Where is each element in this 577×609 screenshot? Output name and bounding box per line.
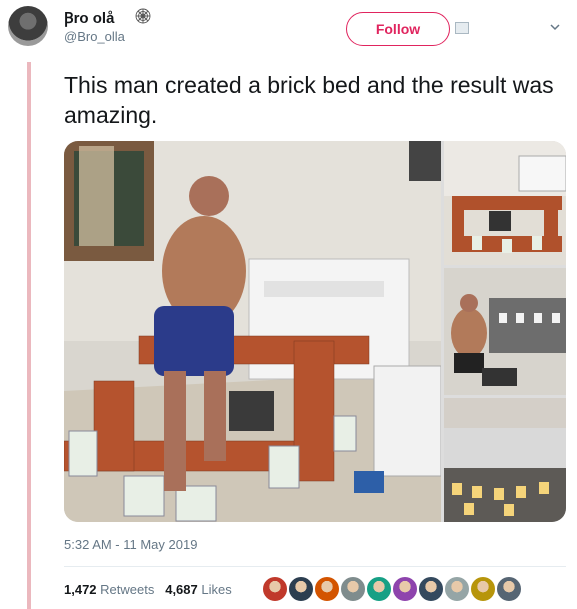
follow-button[interactable]: Follow bbox=[346, 12, 450, 46]
liker-avatar[interactable] bbox=[496, 576, 522, 602]
liker-avatar[interactable] bbox=[392, 576, 418, 602]
card-icon bbox=[455, 22, 469, 34]
liker-avatar[interactable] bbox=[340, 576, 366, 602]
liker-avatar[interactable] bbox=[470, 576, 496, 602]
liker-avatar[interactable] bbox=[366, 576, 392, 602]
tweet-timestamp[interactable]: 5:32 AM - 11 May 2019 bbox=[64, 537, 197, 552]
brick-frame-photo[interactable] bbox=[444, 141, 566, 265]
likes-count[interactable]: 4,687 bbox=[165, 582, 198, 597]
main-photo[interactable] bbox=[64, 141, 441, 522]
finished-bed-photo[interactable] bbox=[444, 398, 566, 522]
tweet-text: This man created a brick bed and the res… bbox=[64, 72, 554, 128]
thread-line bbox=[27, 62, 31, 609]
man-working-photo[interactable] bbox=[444, 268, 566, 395]
liker-avatar[interactable] bbox=[314, 576, 340, 602]
avatar[interactable] bbox=[8, 6, 48, 46]
liker-avatar[interactable] bbox=[262, 576, 288, 602]
media-grid[interactable] bbox=[64, 141, 566, 522]
divider bbox=[64, 566, 566, 567]
chevron-down-icon[interactable] bbox=[550, 22, 560, 32]
author-handle[interactable]: @Bro_olla bbox=[64, 29, 125, 44]
spiderweb-icon bbox=[135, 8, 151, 24]
author-name[interactable]: Ꞵro olå bbox=[64, 8, 114, 28]
likes-label[interactable]: Likes bbox=[201, 582, 231, 597]
liker-avatar[interactable] bbox=[444, 576, 470, 602]
liker-avatar[interactable] bbox=[288, 576, 314, 602]
retweets-count[interactable]: 1,472 bbox=[64, 582, 97, 597]
retweets-label[interactable]: Retweets bbox=[100, 582, 154, 597]
liker-avatar[interactable] bbox=[418, 576, 444, 602]
tweet-stats: 1,472 Retweets 4,687 Likes bbox=[64, 582, 232, 597]
